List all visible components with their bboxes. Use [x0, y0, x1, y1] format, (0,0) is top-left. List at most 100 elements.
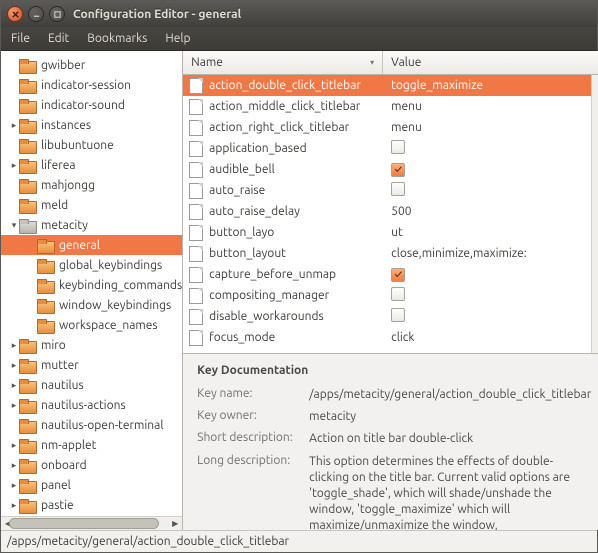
- expander-icon[interactable]: ▸: [9, 340, 19, 351]
- column-header-value[interactable]: Value: [383, 51, 598, 74]
- kd-value-key-owner: metacity: [309, 409, 591, 425]
- tree-item-metacity[interactable]: ▾metacity: [1, 215, 182, 235]
- tree-item-onboard[interactable]: ▸onboard: [1, 455, 182, 475]
- table-row[interactable]: audible_bell: [183, 159, 598, 180]
- row-value[interactable]: menu: [383, 100, 598, 113]
- property-icon: [189, 141, 203, 157]
- row-name: button_layout: [209, 247, 286, 260]
- tree-item-nautilus[interactable]: ▸ nautilus: [1, 375, 182, 395]
- expander-icon[interactable]: ▸: [9, 400, 19, 411]
- tree-item-label: nm-applet: [39, 439, 96, 452]
- row-value[interactable]: [383, 182, 598, 199]
- expander-icon[interactable]: ▸: [9, 120, 19, 131]
- checkbox[interactable]: [391, 308, 405, 322]
- row-value[interactable]: click: [383, 331, 598, 344]
- property-icon: [189, 99, 203, 115]
- tree-item-meld[interactable]: meld: [1, 195, 182, 215]
- tree-item-panel[interactable]: ▸panel: [1, 475, 182, 495]
- tree-item-nm-applet[interactable]: ▸ nm-applet: [1, 435, 182, 455]
- tree-view[interactable]: gwibberindicator-session indicator-sound ▸…: [1, 51, 182, 516]
- table-row[interactable]: action_middle_click_titlebarmenu: [183, 96, 598, 117]
- vertical-scrollbar[interactable]: [591, 75, 598, 353]
- tree-item-label: nautilus-open-terminal: [39, 419, 163, 432]
- row-name: focus_mode: [209, 331, 275, 344]
- maximize-icon[interactable]: [49, 6, 65, 22]
- table-row[interactable]: auto_raise: [183, 180, 598, 201]
- tree-item-nautilus-open-terminal[interactable]: nautilus-open-terminal: [1, 415, 182, 435]
- tree-item-label: indicator-sound: [39, 99, 125, 112]
- row-value[interactable]: [383, 287, 598, 304]
- column-header-name[interactable]: Name ▾: [183, 51, 383, 74]
- checkbox[interactable]: [391, 140, 405, 154]
- row-name: capture_before_unmap: [209, 268, 336, 281]
- tree-item-indicator-session[interactable]: indicator-session: [1, 75, 182, 95]
- kd-value-key-name: /apps/metacity/general/action_double_cli…: [309, 387, 591, 403]
- tree-item-nautilus-actions[interactable]: ▸nautilus-actions: [1, 395, 182, 415]
- table-row[interactable]: capture_before_unmap: [183, 264, 598, 285]
- tree-item-workspace_names[interactable]: workspace_names: [1, 315, 182, 335]
- tree-item-pastie[interactable]: ▸pastie: [1, 495, 182, 515]
- close-icon[interactable]: [7, 6, 23, 22]
- kd-value-long: This option determines the effects of do…: [309, 454, 591, 530]
- tree-item-window_keybindings[interactable]: window_keybindings: [1, 295, 182, 315]
- row-value[interactable]: [383, 308, 598, 325]
- row-value[interactable]: 500: [383, 205, 598, 218]
- tree-item-label: nautilus: [39, 379, 84, 392]
- table-row[interactable]: button_layo ut: [183, 222, 598, 243]
- tree-item-global_keybindings[interactable]: global_keybindings: [1, 255, 182, 275]
- table-row[interactable]: disable_workarounds: [183, 306, 598, 327]
- row-value[interactable]: menu: [383, 121, 598, 134]
- menu-file[interactable]: File: [11, 32, 30, 45]
- checkbox[interactable]: [391, 182, 405, 196]
- row-value[interactable]: [383, 268, 598, 282]
- row-value[interactable]: [383, 163, 598, 177]
- expander-icon[interactable]: ▸: [9, 480, 19, 491]
- expander-icon[interactable]: ▸: [9, 440, 19, 451]
- menu-help[interactable]: Help: [165, 32, 190, 45]
- property-icon: [189, 162, 203, 178]
- row-value[interactable]: toggle_maximize: [383, 79, 598, 92]
- expander-icon[interactable]: ▸: [9, 500, 19, 511]
- table-row[interactable]: action_right_click_titlebarmenu: [183, 117, 598, 138]
- expander-icon[interactable]: ▸: [9, 380, 19, 391]
- menu-edit[interactable]: Edit: [48, 32, 69, 45]
- minimize-icon[interactable]: [28, 6, 44, 22]
- tree-item-general[interactable]: general: [1, 235, 182, 255]
- expander-icon[interactable]: ▾: [9, 220, 19, 231]
- tree-item-instances[interactable]: ▸instances: [1, 115, 182, 135]
- table-row[interactable]: compositing_manager: [183, 285, 598, 306]
- table-row[interactable]: action_double_click_titlebartoggle_maxim…: [183, 75, 598, 96]
- tree-item-label: workspace_names: [57, 319, 158, 332]
- table-row[interactable]: button_layout close,minimize,maximize:: [183, 243, 598, 264]
- table-row[interactable]: focus_mode click: [183, 327, 598, 348]
- horizontal-scrollbar[interactable]: ◀▶: [1, 516, 182, 530]
- tree-item-libubuntuone[interactable]: libubuntuone: [1, 135, 182, 155]
- key-documentation: Key Documentation Key name: /apps/metaci…: [183, 353, 598, 530]
- menu-bookmarks[interactable]: Bookmarks: [87, 32, 147, 45]
- tree-item-gwibber[interactable]: gwibber: [1, 55, 182, 75]
- expander-icon[interactable]: ▸: [9, 460, 19, 471]
- kd-label-long: Long description:: [197, 454, 309, 530]
- checkbox[interactable]: [391, 163, 405, 177]
- checkbox[interactable]: [391, 268, 405, 282]
- property-icon: [189, 183, 203, 199]
- table-row[interactable]: auto_raise_delay500: [183, 201, 598, 222]
- tree-item-keybinding_commands[interactable]: keybinding_commands: [1, 275, 182, 295]
- kd-value-short: Action on title bar double-click: [309, 431, 591, 447]
- checkbox[interactable]: [391, 287, 405, 301]
- row-value[interactable]: [383, 140, 598, 157]
- tree-item-mutter[interactable]: ▸mutter: [1, 355, 182, 375]
- tree-item-indicator-sound[interactable]: indicator-sound: [1, 95, 182, 115]
- window-title: Configuration Editor - general: [73, 8, 241, 21]
- table-row[interactable]: application_based: [183, 138, 598, 159]
- row-name: button_layo: [209, 226, 274, 239]
- row-name: compositing_manager: [209, 289, 329, 302]
- tree-item-liferea[interactable]: ▸liferea: [1, 155, 182, 175]
- tree-item-miro[interactable]: ▸miro: [1, 335, 182, 355]
- row-value[interactable]: close,minimize,maximize:: [383, 247, 598, 260]
- table-body[interactable]: action_double_click_titlebartoggle_maxim…: [183, 75, 598, 353]
- expander-icon[interactable]: ▸: [9, 160, 19, 171]
- row-value[interactable]: ut: [383, 226, 598, 239]
- tree-item-mahjongg[interactable]: mahjongg: [1, 175, 182, 195]
- expander-icon[interactable]: ▸: [9, 360, 19, 371]
